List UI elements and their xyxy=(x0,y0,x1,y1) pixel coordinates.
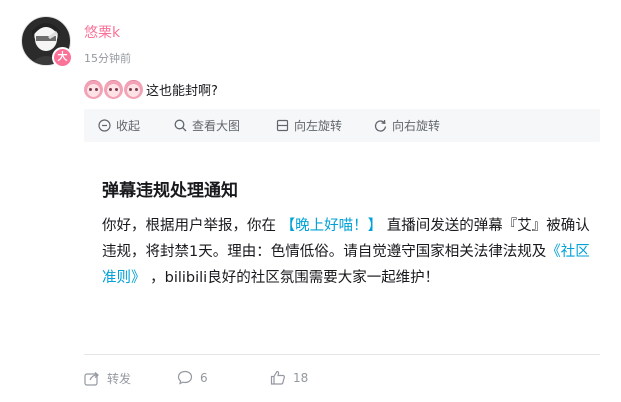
notice-image[interactable]: 弹幕违规处理通知 你好，根据用户举报，你在 【晚上好喵！】 直播间发送的弹幕『艾… xyxy=(84,142,600,355)
rotate-right-label: 向右旋转 xyxy=(392,119,441,133)
like-button[interactable]: 18 xyxy=(270,370,308,385)
pink-bunny-emote-icon xyxy=(84,79,103,99)
live-room-link: 【晚上好喵！】 xyxy=(280,218,383,234)
post-text: 这也能封啊? xyxy=(146,83,218,99)
rotate-left-label: 向左旋转 xyxy=(294,119,343,133)
post-text-line: 这也能封啊? xyxy=(84,78,218,100)
notice-title: 弹幕违规处理通知 xyxy=(102,181,238,201)
comment-count: 6 xyxy=(200,370,208,385)
vip-badge: 大 xyxy=(52,47,73,68)
notice-text-3: ，bilibili良好的社区氛围需要大家一起维护！ xyxy=(145,270,440,286)
view-large-label: 查看大图 xyxy=(192,119,241,133)
pink-bunny-emote-icon xyxy=(104,79,123,99)
image-toolbar: 收起 查看大图 向左旋转 向右旋转 xyxy=(84,109,600,142)
rotate-right-icon xyxy=(374,119,387,132)
notice-body: 你好，根据用户举报，你在 【晚上好喵！】 直播间发送的弹幕『艾』被确认违规，将封… xyxy=(102,213,592,291)
collapse-button[interactable]: 收起 xyxy=(98,117,140,134)
collapse-label: 收起 xyxy=(116,119,141,133)
post-time: 15分钟前 xyxy=(84,52,131,65)
rotate-left-icon xyxy=(276,119,289,132)
like-count: 18 xyxy=(293,370,309,385)
post-actions: 转发 6 18 xyxy=(84,370,600,390)
rotate-left-button[interactable]: 向左旋转 xyxy=(276,117,342,134)
username[interactable]: 悠栗k xyxy=(84,22,120,42)
forward-label: 转发 xyxy=(107,372,132,386)
pink-bunny-emote-icon xyxy=(124,79,143,99)
view-large-button[interactable]: 查看大图 xyxy=(174,117,240,134)
collapse-icon xyxy=(98,119,111,132)
forward-button[interactable]: 转发 xyxy=(84,370,131,387)
comment-button[interactable]: 6 xyxy=(177,370,208,385)
notice-text-1: 你好，根据用户举报，你在 xyxy=(102,218,281,234)
comment-icon xyxy=(177,370,193,385)
user-avatar[interactable]: 大 xyxy=(21,16,73,68)
magnifier-icon xyxy=(174,119,187,132)
rotate-right-button[interactable]: 向右旋转 xyxy=(374,117,440,134)
thumbs-up-icon xyxy=(270,370,285,385)
forward-icon xyxy=(84,372,99,386)
